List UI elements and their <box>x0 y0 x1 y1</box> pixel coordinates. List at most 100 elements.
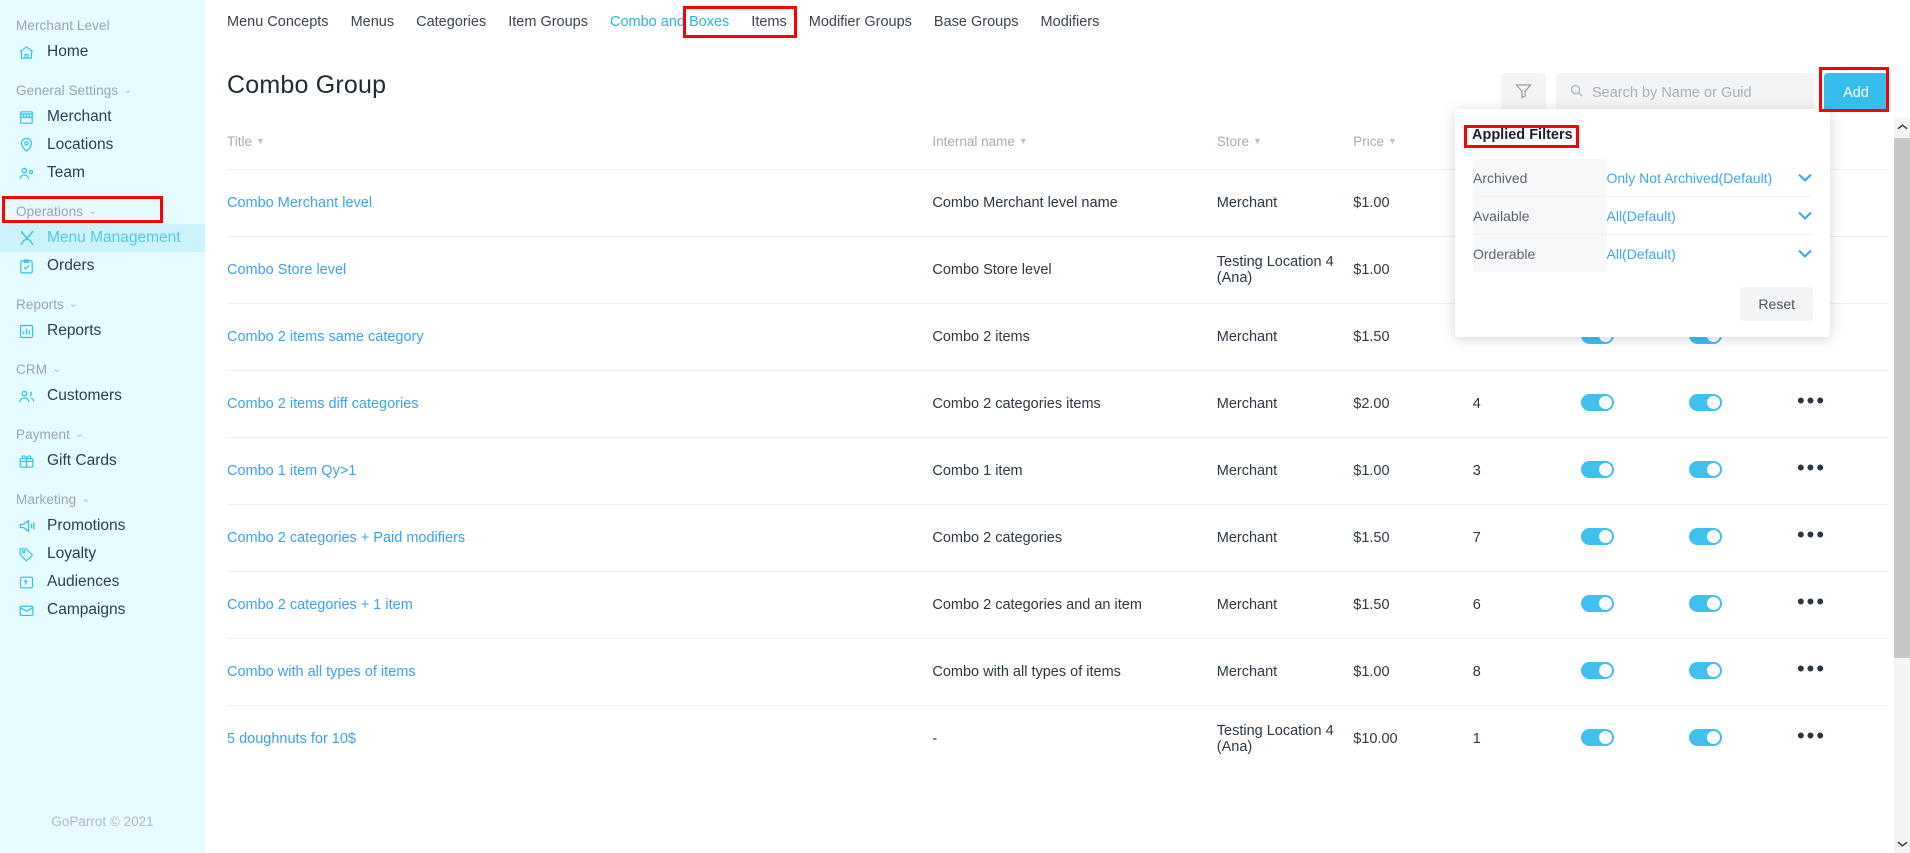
sidebar-item-merchant[interactable]: Merchant <box>0 103 205 131</box>
sidebar-item-promotions[interactable]: Promotions <box>0 512 205 540</box>
sort-caret-icon[interactable]: ▼ <box>1253 136 1262 146</box>
tab-base-groups[interactable]: Base Groups <box>923 8 1030 36</box>
tab-combo-and-boxes[interactable]: Combo and Boxes <box>599 8 740 36</box>
nav-group-label-crm[interactable]: CRM ⌄ <box>0 362 205 377</box>
toggle-orderable[interactable] <box>1688 661 1722 679</box>
toggle-available[interactable] <box>1580 728 1614 746</box>
reset-filters-button[interactable]: Reset <box>1740 287 1813 321</box>
sidebar-item-campaigns[interactable]: Campaigns <box>0 596 205 624</box>
toggle-available[interactable] <box>1580 594 1614 612</box>
sidebar-item-customers[interactable]: Customers <box>0 382 205 410</box>
nav-group-label-operations[interactable]: Operations ⌄ <box>0 204 205 219</box>
sort-caret-icon[interactable]: ▼ <box>256 136 265 146</box>
nav-group-label-text: Operations <box>16 204 84 219</box>
chevron-down-icon[interactable] <box>1798 247 1812 261</box>
column-header-store[interactable]: Store ▼ <box>1217 134 1354 170</box>
combo-title-link[interactable]: Combo Store level <box>227 262 346 278</box>
combo-title-link[interactable]: 5 doughnuts for 10$ <box>227 731 356 747</box>
search-input[interactable] <box>1592 84 1801 101</box>
toggle-orderable[interactable] <box>1688 728 1722 746</box>
cell-toggle-available <box>1580 571 1689 639</box>
kebab-menu-icon[interactable]: ••• <box>1797 524 1826 546</box>
audience-icon <box>17 573 36 592</box>
sidebar-item-label: Team <box>47 164 85 181</box>
filter-select[interactable]: All(Default) <box>1607 208 1813 224</box>
sidebar-item-menu-management[interactable]: Menu Management <box>0 224 205 252</box>
filter-row-available: Available All(Default) <box>1473 196 1813 235</box>
sort-caret-icon[interactable]: ▼ <box>1388 136 1397 146</box>
column-header-internal[interactable]: Internal name ▼ <box>932 134 1216 170</box>
nav-group-spacer <box>0 410 205 427</box>
filter-value-cell[interactable]: All(Default) <box>1606 196 1813 235</box>
toggle-orderable[interactable] <box>1688 594 1722 612</box>
cell-title: Combo 2 categories + 1 item <box>227 571 933 639</box>
sidebar-footer-copyright: GoParrot © 2021 <box>51 814 154 829</box>
funnel-icon <box>1514 81 1533 105</box>
sidebar-item-label: Loyalty <box>47 545 97 562</box>
sidebar-item-gift-cards[interactable]: Gift Cards <box>0 447 205 475</box>
filter-value-cell[interactable]: Only Not Archived(Default) <box>1606 159 1813 197</box>
sort-caret-icon[interactable]: ▼ <box>1019 136 1028 146</box>
kebab-menu-icon[interactable]: ••• <box>1797 390 1826 412</box>
kebab-menu-icon[interactable]: ••• <box>1797 725 1826 747</box>
scroll-down-arrow-icon[interactable] <box>1894 835 1910 853</box>
combo-title-link[interactable]: Combo 2 items diff categories <box>227 396 419 412</box>
chevron-down-icon[interactable] <box>1798 171 1812 185</box>
tab-items[interactable]: Items <box>740 8 797 36</box>
combo-title-link[interactable]: Combo 2 categories + 1 item <box>227 597 413 613</box>
filter-value-cell[interactable]: All(Default) <box>1606 234 1813 272</box>
toggle-available[interactable] <box>1580 527 1614 545</box>
table-row: Combo 2 categories + 1 item Combo 2 categ… <box>227 571 1888 639</box>
filter-rows-table: Archived Only Not Archived(Default) Availa… <box>1472 158 1813 273</box>
sidebar-item-audiences[interactable]: Audiences <box>0 568 205 596</box>
vertical-scrollbar[interactable] <box>1894 118 1910 853</box>
tab-item-groups[interactable]: Item Groups <box>497 8 599 36</box>
column-header-title[interactable]: Title ▼ <box>227 134 932 170</box>
add-button[interactable]: Add <box>1824 73 1888 112</box>
filter-select[interactable]: Only Not Archived(Default) <box>1607 170 1813 186</box>
combo-title-link[interactable]: Combo with all types of items <box>227 664 416 680</box>
sidebar-item-team[interactable]: Team <box>0 159 205 187</box>
toggle-orderable[interactable] <box>1688 460 1722 478</box>
tab-modifier-groups[interactable]: Modifier Groups <box>798 8 923 36</box>
scroll-up-arrow-icon[interactable] <box>1894 118 1910 136</box>
nav-group-label-general-settings[interactable]: General Settings ⌄ <box>0 83 205 98</box>
page-header: Combo Group Search by Name or Guid Add <box>227 44 1888 112</box>
combo-title-link[interactable]: Combo 1 item Qy>1 <box>227 463 356 479</box>
toggle-available[interactable] <box>1580 393 1614 411</box>
sidebar-nav: Merchant Level Home General Settings ⌄ Merch… <box>0 18 205 624</box>
kebab-menu-icon[interactable]: ••• <box>1797 658 1826 680</box>
tab-menus[interactable]: Menus <box>340 8 406 36</box>
nav-group-label-marketing[interactable]: Marketing ⌄ <box>0 492 205 507</box>
toggle-orderable[interactable] <box>1688 527 1722 545</box>
combo-title-link[interactable]: Combo Merchant level <box>227 195 372 211</box>
sidebar-item-loyalty[interactable]: Loyalty <box>0 540 205 568</box>
tab-categories[interactable]: Categories <box>405 8 497 36</box>
nav-group-label-payment[interactable]: Payment ⌄ <box>0 427 205 442</box>
toggle-available[interactable] <box>1580 460 1614 478</box>
table-row: Combo 2 categories + Paid modifiers Combo… <box>227 504 1888 572</box>
combo-title-link[interactable]: Combo 2 items same category <box>227 329 424 345</box>
chevron-down-icon[interactable] <box>1798 209 1812 223</box>
map-pin-icon <box>17 136 36 155</box>
sidebar-item-home[interactable]: Home <box>0 38 205 66</box>
combo-title-link[interactable]: Combo 2 categories + Paid modifiers <box>227 530 465 546</box>
filter-select[interactable]: All(Default) <box>1607 246 1813 262</box>
team-icon <box>17 164 36 183</box>
cell-store: Merchant <box>1216 370 1354 438</box>
filter-button[interactable] <box>1501 73 1546 112</box>
toggle-orderable[interactable] <box>1688 393 1722 411</box>
sidebar-item-reports[interactable]: Reports <box>0 317 205 345</box>
cell-toggle-orderable <box>1688 504 1797 572</box>
kebab-menu-icon[interactable]: ••• <box>1797 457 1826 479</box>
scrollbar-thumb[interactable] <box>1894 138 1910 658</box>
kebab-menu-icon[interactable]: ••• <box>1797 591 1826 613</box>
tab-menu-concepts[interactable]: Menu Concepts <box>216 8 340 36</box>
nav-group-label-reports[interactable]: Reports ⌄ <box>0 297 205 312</box>
toggle-available[interactable] <box>1580 661 1614 679</box>
tab-modifiers[interactable]: Modifiers <box>1030 8 1111 36</box>
search-box[interactable] <box>1556 73 1814 112</box>
sidebar-item-orders[interactable]: Orders <box>0 252 205 280</box>
sidebar-item-locations[interactable]: Locations <box>0 131 205 159</box>
cell-title: Combo 2 categories + Paid modifiers <box>227 504 933 572</box>
